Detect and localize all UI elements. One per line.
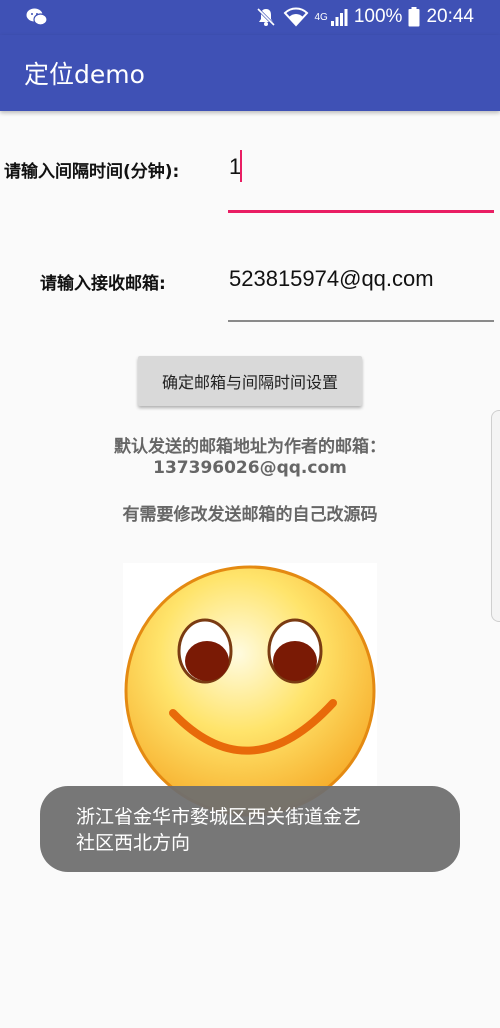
email-input[interactable]: 523815974@qq.com — [229, 266, 495, 298]
mute-icon — [256, 7, 275, 27]
network-type-label: 4G — [314, 11, 328, 23]
toast-line-2: 社区西北方向 — [76, 832, 191, 854]
location-toast: 浙江省金华市婺城区西关街道金艺 社区西北方向 — [40, 786, 460, 872]
app-title: 定位demo — [24, 60, 145, 89]
status-icons: 4G 100% 20:44 — [255, 4, 474, 30]
wifi-icon — [283, 7, 308, 27]
status-bar: 4G 100% 20:44 — [0, 0, 500, 35]
battery-icon — [408, 7, 420, 27]
info-author-email: 137396026@qq.com — [153, 458, 347, 478]
signal-icon — [330, 9, 348, 26]
smiley-face-image — [123, 563, 377, 817]
interval-input[interactable]: 1 — [229, 154, 489, 186]
info-modify-source-hint: 有需要修改发送邮箱的自己改源码 — [122, 505, 378, 525]
email-input-underline — [228, 320, 494, 322]
scroll-indicator[interactable] — [491, 410, 500, 622]
clock: 20:44 — [426, 6, 474, 27]
confirm-settings-button[interactable]: 确定邮箱与间隔时间设置 — [138, 356, 362, 406]
app-bar: 定位demo — [0, 35, 500, 111]
interval-input-underline — [228, 210, 494, 213]
email-label: 请输入接收邮箱: — [40, 274, 166, 294]
wechat-icon — [26, 8, 48, 26]
info-default-email-line: 默认发送的邮箱地址为作者的邮箱： — [114, 437, 386, 457]
interval-label: 请输入间隔时间(分钟): — [4, 162, 180, 182]
toast-line-1: 浙江省金华市婺城区西关街道金艺 — [76, 806, 362, 828]
battery-percent: 100% — [353, 6, 403, 27]
text-caret — [240, 150, 242, 182]
